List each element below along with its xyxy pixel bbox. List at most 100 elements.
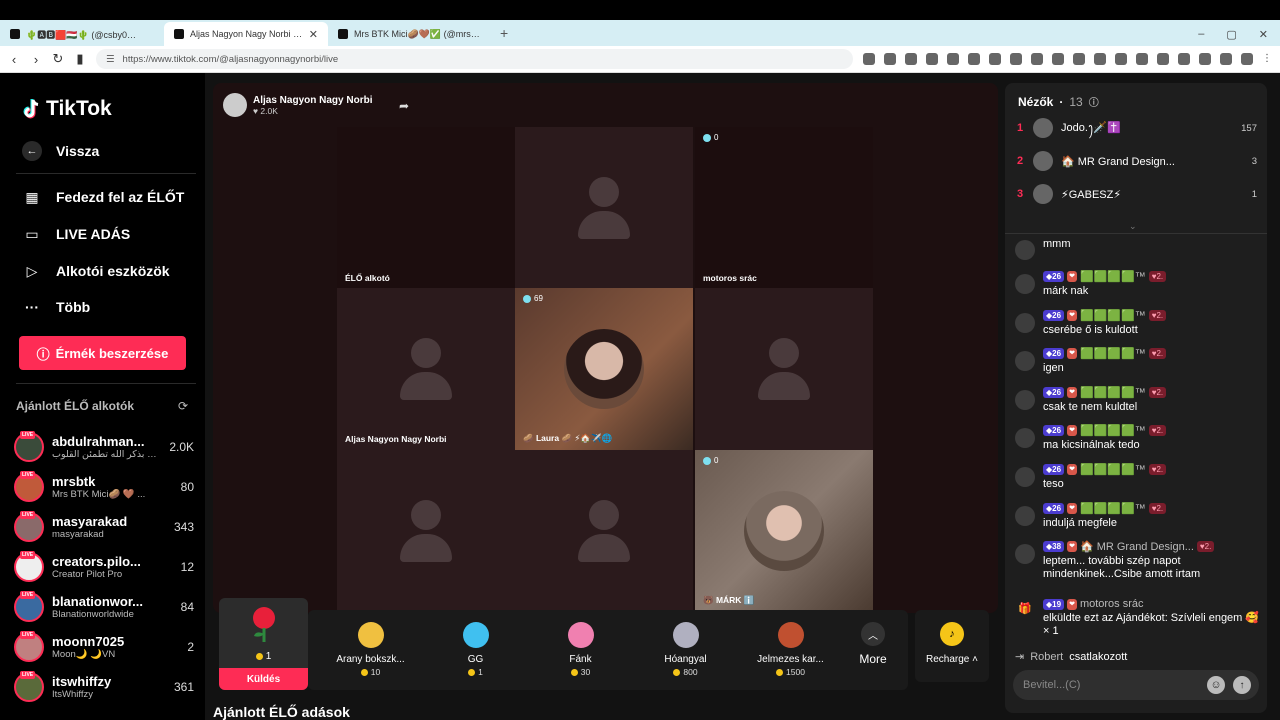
- recommended-creator[interactable]: LIVE creators.pilo... Creator Pilot Pro 12: [14, 549, 194, 585]
- more-gifts-button[interactable]: ︿ More: [838, 610, 908, 666]
- gift-item[interactable]: Hóangyal 800: [633, 610, 738, 677]
- guest-cell[interactable]: [515, 127, 693, 289]
- host-info[interactable]: Aljas Nagyon Nagy Norbi ♥ 2.0K: [223, 93, 372, 117]
- guest-cell[interactable]: [695, 288, 873, 450]
- extension-icon[interactable]: [968, 53, 980, 65]
- share-icon[interactable]: ➦: [399, 99, 409, 113]
- message-avatar: [1015, 467, 1035, 487]
- gift-item[interactable]: GG 1: [423, 610, 528, 677]
- menu-icon[interactable]: ⋮: [1262, 53, 1272, 65]
- get-coins-button[interactable]: ⓘ Érmék beszerzése: [19, 336, 186, 370]
- chat-message[interactable]: ◆26 ❤ 🟩🟩🟩🟩™ ♥2. teso: [1015, 463, 1260, 491]
- extension-icon[interactable]: [989, 53, 1001, 65]
- extension-icon[interactable]: [1094, 53, 1106, 65]
- refresh-icon[interactable]: ⟳: [178, 399, 188, 413]
- extension-icon[interactable]: [1136, 53, 1148, 65]
- guest-cell[interactable]: Aljas Nagyon Nagy Norbi: [337, 288, 515, 450]
- nav-explore-live[interactable]: ▦ Fedezd fel az ÉLŐT: [22, 187, 184, 207]
- more-label: More: [859, 652, 887, 666]
- guest-cell[interactable]: 69 🥔 Laura 🥔 ⚡🏠✈️🌐: [515, 288, 693, 450]
- chat-message[interactable]: ◆38 ❤ 🏠 MR Grand Design... ♥2. leptem... tov…: [1015, 540, 1260, 581]
- chat-input[interactable]: [1023, 679, 1207, 691]
- close-tab-icon[interactable]: ✕: [309, 28, 318, 41]
- tiktok-logo[interactable]: TikTok: [22, 97, 112, 121]
- viewer-row[interactable]: 2 🏠 MR Grand Design... 3: [1017, 150, 1257, 172]
- maximize-icon[interactable]: ▢: [1226, 28, 1236, 41]
- chat-message[interactable]: ◆26 ❤ 🟩🟩🟩🟩™ ♥2. csak te nem kuldtel: [1015, 386, 1260, 414]
- send-gift-button[interactable]: Küldés: [219, 668, 308, 690]
- chat-message[interactable]: ◆26 ❤ 🟩🟩🟩🟩™ ♥2. ma kicsinálnak tedo: [1015, 424, 1260, 452]
- send-arrow-icon[interactable]: ↑: [1233, 676, 1251, 694]
- guest-cell[interactable]: ÉLŐ alkotó: [337, 127, 515, 289]
- bookmark-icon[interactable]: ▮: [74, 51, 86, 67]
- chat-message[interactable]: mmm: [1015, 236, 1260, 260]
- viewer-score: 157: [1241, 122, 1257, 134]
- host-avatar[interactable]: [223, 93, 247, 117]
- back-arrow-icon[interactable]: ‹: [8, 52, 20, 67]
- emoji-icon[interactable]: ☺: [1207, 676, 1225, 694]
- extension-icon[interactable]: [1241, 53, 1253, 65]
- viewer-row[interactable]: 3 ⚡GABESZ⚡ 1: [1017, 183, 1257, 205]
- extension-icon[interactable]: [1157, 53, 1169, 65]
- guest-cell[interactable]: 0 motoros srác: [695, 127, 873, 289]
- extension-icon[interactable]: [1052, 53, 1064, 65]
- fan-badge: ♥2.: [1148, 464, 1167, 475]
- selected-gift[interactable]: 1 Küldés: [219, 598, 308, 690]
- close-window-icon[interactable]: ✕: [1259, 28, 1268, 41]
- recommended-creator[interactable]: LIVE abdulrahman... الا بذكر الله تطمئن ال…: [14, 429, 194, 465]
- recommended-creator[interactable]: LIVE mrsbtk Mrs BTK Mici🥔 🤎 ... 80: [14, 469, 194, 505]
- browser-tab-3[interactable]: Mrs BTK Mici🥔🤎✅ (@mrsbtk) l…: [328, 22, 492, 46]
- gift-price-value: 30: [580, 667, 591, 677]
- guest-cell[interactable]: [337, 450, 515, 612]
- extension-icon[interactable]: [926, 53, 938, 65]
- extension-icon[interactable]: [1199, 53, 1211, 65]
- chat-message[interactable]: ◆26 ❤ 🟩🟩🟩🟩™ ♥2. márk nak: [1015, 270, 1260, 298]
- nav-creator-tools[interactable]: ▷ Alkotói eszközök: [22, 261, 170, 281]
- chat-message[interactable]: ◆26 ❤ 🟩🟩🟩🟩™ ♥2. induljá megfele: [1015, 502, 1260, 530]
- recommended-creator[interactable]: LIVE blanationwor... Blanationworldwide 84: [14, 589, 194, 625]
- forward-arrow-icon[interactable]: ›: [30, 52, 42, 67]
- chat-message[interactable]: ◆26 ❤ 🟩🟩🟩🟩™ ♥2. cserébe ő is kuldott: [1015, 309, 1260, 337]
- extension-icon[interactable]: [1010, 53, 1022, 65]
- chat-message[interactable]: ◆26 ❤ 🟩🟩🟩🟩™ ♥2. igen: [1015, 347, 1260, 375]
- fan-level: 2.: [1204, 542, 1212, 551]
- extension-icon[interactable]: [1031, 53, 1043, 65]
- new-tab-button[interactable]: +: [492, 22, 516, 46]
- extension-icon[interactable]: [1220, 53, 1232, 65]
- extension-icon[interactable]: [1115, 53, 1127, 65]
- recommended-creator[interactable]: LIVE masyarakad masyarakad 343: [14, 509, 194, 545]
- extension-icon[interactable]: [884, 53, 896, 65]
- gift-icon: [357, 622, 384, 648]
- tiktok-app: TikTok ← Vissza ▦ Fedezd fel az ÉLŐT ▭ L…: [0, 73, 1280, 720]
- nav-more[interactable]: ··· Több: [22, 297, 90, 317]
- extension-icon[interactable]: [947, 53, 959, 65]
- gift-item[interactable]: Fánk 30: [528, 610, 633, 677]
- gift-item[interactable]: Jelmezes kar... 1500: [738, 610, 843, 677]
- reload-icon[interactable]: ↻: [52, 51, 64, 67]
- recommended-creator[interactable]: LIVE moonn7025 Moon🌙 🌙VN 2: [14, 629, 194, 665]
- site-settings-icon[interactable]: ☰: [106, 54, 115, 65]
- extension-icon[interactable]: [905, 53, 917, 65]
- guest-cell[interactable]: 0 🐻 MÁRK ℹ️: [695, 450, 873, 612]
- nav-live-broadcast[interactable]: ▭ LIVE ADÁS: [22, 224, 130, 244]
- help-icon[interactable]: ⓘ: [1089, 94, 1099, 109]
- browser-tab-2[interactable]: Aljas Nagyon Nagy Norbi (@… ✕: [164, 22, 328, 46]
- browser-tab-1[interactable]: 🌵🅰🅱🟥🇭🇺🌵 (@csby0…: [0, 22, 164, 46]
- extension-icon[interactable]: [1178, 53, 1190, 65]
- back-button[interactable]: ← Vissza: [22, 141, 99, 161]
- creator-viewer-count: 361: [173, 680, 194, 694]
- guest-cell[interactable]: [515, 450, 693, 612]
- viewer-row[interactable]: 1 Jodo.ꫂ🗡️✝️ 157: [1017, 117, 1257, 139]
- fan-level: 2.: [1156, 504, 1164, 513]
- gift-item[interactable]: Arany bokszk... 10: [318, 610, 423, 677]
- extension-icon[interactable]: [1073, 53, 1085, 65]
- creator-name: mrsbtk: [52, 474, 96, 489]
- extension-icon[interactable]: [863, 53, 875, 65]
- message-text: induljá megfele: [1043, 517, 1117, 529]
- minimize-icon[interactable]: –: [1198, 28, 1204, 40]
- chat-message[interactable]: 🎁 ◆19 ❤ motoros srác elküldte ezt az Ajándék…: [1015, 598, 1260, 638]
- collapse-chevron-icon[interactable]: ⌄: [1129, 221, 1137, 232]
- url-bar[interactable]: ☰ https://www.tiktok.com/@aljasnagyonnag…: [96, 49, 853, 69]
- recharge-button[interactable]: ♪ Recharge ˄: [915, 610, 989, 682]
- recommended-creator[interactable]: LIVE itswhiffzy ItsWhiffzy 361: [14, 669, 194, 705]
